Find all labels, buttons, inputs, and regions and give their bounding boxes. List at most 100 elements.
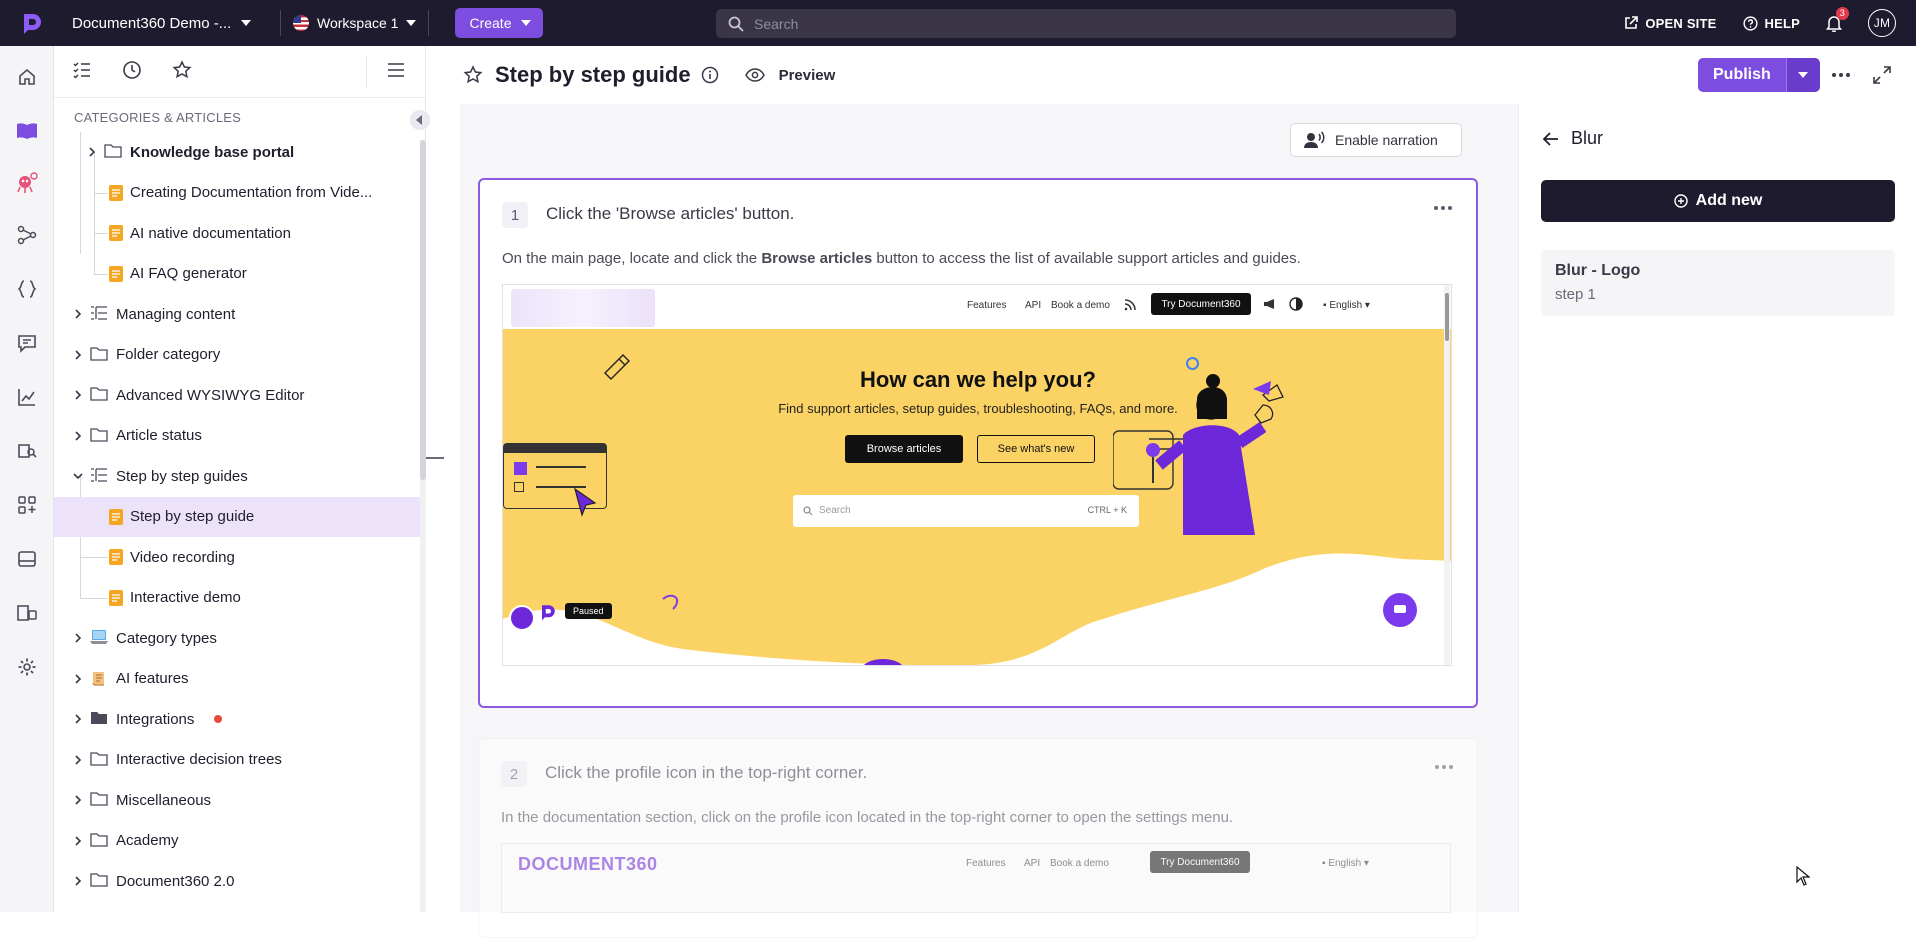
category-item[interactable]: Step by step guides: [54, 456, 420, 496]
step-options-icon[interactable]: [1434, 206, 1452, 210]
menu-icon[interactable]: [386, 60, 406, 80]
shot-click-marker: [1186, 357, 1199, 370]
tree-item-label: Document360 2.0: [116, 872, 235, 890]
widgets-icon[interactable]: [14, 546, 40, 572]
article-icon: [108, 224, 126, 242]
article-item[interactable]: AI native documentation: [54, 213, 420, 253]
create-button[interactable]: Create: [455, 8, 544, 38]
settings-icon[interactable]: [14, 654, 40, 680]
documentation-icon[interactable]: [14, 118, 40, 144]
step-number: 2: [501, 761, 527, 787]
help-label: HELP: [1764, 15, 1800, 31]
more-options-icon[interactable]: [1832, 73, 1850, 77]
chevron-right-icon[interactable]: [72, 389, 84, 401]
chevron-right-icon[interactable]: [72, 713, 84, 725]
category-item[interactable]: Article status: [54, 416, 420, 456]
star-icon[interactable]: [172, 60, 192, 80]
knowledge-base-assistant-icon[interactable]: [14, 438, 40, 464]
project-selector[interactable]: Document360 Demo -...: [72, 15, 268, 32]
fullscreen-icon[interactable]: [1873, 66, 1891, 84]
integrations-icon[interactable]: [14, 492, 40, 518]
chevron-right-icon[interactable]: [72, 794, 84, 806]
tree-item-label: Academy: [116, 832, 179, 849]
category-item[interactable]: Integrations: [54, 699, 420, 739]
preview-button[interactable]: Preview: [779, 67, 836, 84]
article-item[interactable]: AI FAQ generator: [54, 254, 420, 294]
step-title[interactable]: Click the profile icon in the top-right …: [545, 763, 867, 783]
category-item[interactable]: Folder category: [54, 335, 420, 375]
article-item[interactable]: Step by step guide: [54, 496, 420, 537]
chevron-down-icon[interactable]: [72, 470, 84, 482]
category-item[interactable]: Advanced WYSIWYG Editor: [54, 375, 420, 415]
back-button[interactable]: Blur: [1543, 128, 1603, 149]
publish-options-button[interactable]: [1785, 58, 1820, 92]
tree-item-label: Video recording: [130, 548, 235, 566]
shot-nav-demo: Book a demo: [1050, 858, 1109, 869]
chevron-down-icon: [406, 20, 417, 26]
screenshot-navbar: Features API Book a demo Try Document360…: [503, 285, 1451, 329]
tree-item-label: AI FAQ generator: [130, 265, 247, 282]
home-icon[interactable]: [14, 64, 40, 90]
article-item[interactable]: Interactive demo: [54, 578, 420, 618]
avatar[interactable]: JM: [1868, 9, 1896, 37]
step-description[interactable]: On the main page, locate and click the B…: [502, 250, 1301, 267]
help-link[interactable]: HELP: [1742, 15, 1800, 31]
category-item[interactable]: Managing content: [54, 294, 420, 334]
open-site-link[interactable]: OPEN SITE: [1624, 16, 1716, 31]
resize-handle[interactable]: [426, 457, 444, 459]
chevron-left-icon: [416, 115, 422, 125]
favorite-star-icon[interactable]: [463, 65, 483, 85]
category-item[interactable]: Knowledge base portal: [54, 132, 420, 172]
category-item[interactable]: Document360 2.0: [54, 861, 420, 901]
step-screenshot[interactable]: Features API Book a demo Try Document360…: [502, 284, 1452, 666]
chevron-right-icon[interactable]: [72, 349, 84, 361]
step-screenshot[interactable]: DOCUMENT360 Features API Book a demo Try…: [501, 843, 1451, 913]
chevron-right-icon[interactable]: [72, 875, 84, 887]
workspace-selector[interactable]: Workspace 1: [293, 15, 417, 31]
chevron-right-icon[interactable]: [72, 835, 84, 847]
chevron-right-icon[interactable]: [72, 430, 84, 442]
chevron-right-icon[interactable]: [72, 308, 84, 320]
step-editor: Enable narration 1 Click the 'Browse art…: [460, 104, 1518, 938]
step-options-icon[interactable]: [1435, 765, 1453, 769]
tree-item-label: Folder category: [116, 346, 221, 363]
publish-button[interactable]: Publish: [1698, 58, 1786, 92]
collapse-sidebar-button[interactable]: [410, 110, 430, 130]
category-item[interactable]: Miscellaneous: [54, 780, 420, 820]
category-item[interactable]: Interactive decision trees: [54, 740, 420, 780]
eye-icon[interactable]: [744, 68, 765, 82]
api-icon[interactable]: [14, 276, 40, 302]
feedback-icon[interactable]: [14, 330, 40, 356]
article-item[interactable]: Video recording: [54, 537, 420, 577]
info-icon[interactable]: [701, 66, 719, 84]
chevron-right-icon[interactable]: [86, 146, 98, 158]
step-title[interactable]: Click the 'Browse articles' button.: [546, 204, 794, 224]
document360-logo[interactable]: [20, 11, 44, 35]
blur-item[interactable]: Blur - Logo step 1: [1541, 250, 1895, 316]
chevron-right-icon[interactable]: [72, 754, 84, 766]
analytics-icon[interactable]: [14, 384, 40, 410]
sidebar-scrollbar[interactable]: [420, 140, 426, 912]
chevron-right-icon[interactable]: [72, 673, 84, 685]
workflow-icon[interactable]: [14, 222, 40, 248]
history-icon[interactable]: [122, 60, 142, 80]
publish-group: Publish: [1698, 58, 1820, 92]
add-new-button[interactable]: Add new: [1541, 180, 1895, 222]
article-item[interactable]: Creating Documentation from Vide...: [54, 173, 420, 213]
ai-assistant-icon[interactable]: [14, 170, 40, 196]
global-search[interactable]: Search: [716, 9, 1456, 38]
category-item[interactable]: AI features: [54, 659, 420, 699]
checklist-icon[interactable]: [72, 60, 92, 80]
search-icon: [803, 506, 813, 516]
knowledge-base-site-icon[interactable]: [14, 600, 40, 626]
step-card-2[interactable]: 2 Click the profile icon in the top-righ…: [478, 738, 1478, 938]
enable-narration-button[interactable]: Enable narration: [1290, 123, 1462, 157]
plus-circle-icon: [1673, 194, 1688, 208]
step-card-1[interactable]: 1 Click the 'Browse articles' button. On…: [478, 178, 1478, 708]
notifications-button[interactable]: 3: [1826, 6, 1849, 32]
category-item[interactable]: Academy: [54, 821, 420, 861]
chevron-right-icon[interactable]: [72, 632, 84, 644]
step-description[interactable]: In the documentation section, click on t…: [501, 809, 1233, 826]
category-sidebar: CATEGORIES & ARTICLES Knowledge base por…: [54, 46, 430, 912]
category-item[interactable]: Category types: [54, 618, 420, 658]
